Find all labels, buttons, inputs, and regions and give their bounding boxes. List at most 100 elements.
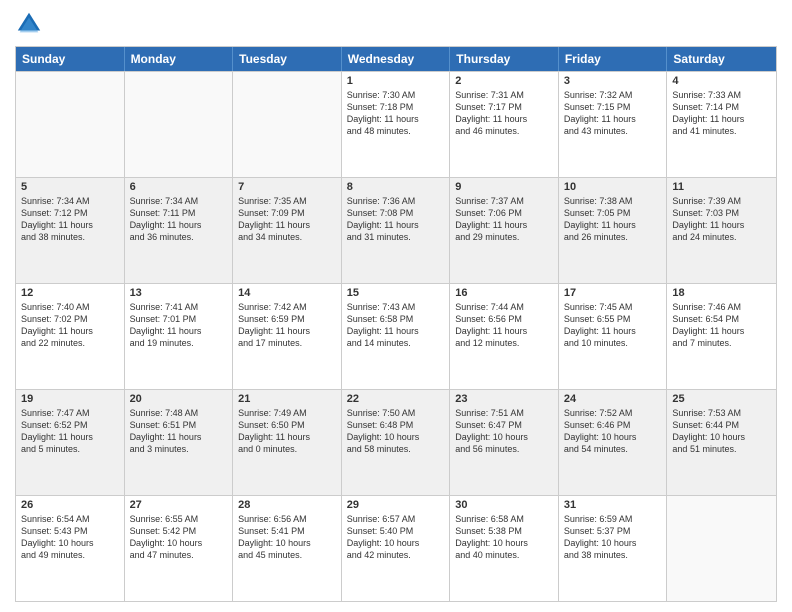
- cal-cell: 26 Sunrise: 6:54 AM Sunset: 5:43 PM Dayli…: [16, 496, 125, 601]
- day-info: Sunrise: 7:50 AM Sunset: 6:48 PM Dayligh…: [347, 407, 445, 456]
- cal-header-thursday: Thursday: [450, 47, 559, 71]
- cal-cell: 10 Sunrise: 7:38 AM Sunset: 7:05 PM Dayli…: [559, 178, 668, 283]
- day-info: Sunrise: 7:51 AM Sunset: 6:47 PM Dayligh…: [455, 407, 553, 456]
- day-info: Sunrise: 7:38 AM Sunset: 7:05 PM Dayligh…: [564, 195, 662, 244]
- cal-cell: 5 Sunrise: 7:34 AM Sunset: 7:12 PM Daylig…: [16, 178, 125, 283]
- cal-cell: 3 Sunrise: 7:32 AM Sunset: 7:15 PM Daylig…: [559, 72, 668, 177]
- day-info: Sunrise: 7:49 AM Sunset: 6:50 PM Dayligh…: [238, 407, 336, 456]
- day-number: 6: [130, 181, 228, 193]
- day-number: 4: [672, 75, 771, 87]
- cal-week-1: 1 Sunrise: 7:30 AM Sunset: 7:18 PM Daylig…: [16, 71, 776, 177]
- cal-cell: 6 Sunrise: 7:34 AM Sunset: 7:11 PM Daylig…: [125, 178, 234, 283]
- cal-week-5: 26 Sunrise: 6:54 AM Sunset: 5:43 PM Dayli…: [16, 495, 776, 601]
- cal-week-2: 5 Sunrise: 7:34 AM Sunset: 7:12 PM Daylig…: [16, 177, 776, 283]
- day-info: Sunrise: 6:59 AM Sunset: 5:37 PM Dayligh…: [564, 513, 662, 562]
- cal-cell: 16Sunrise: 7:44 AM Sunset: 6:56 PM Dayli…: [450, 284, 559, 389]
- day-number: 17: [564, 287, 662, 299]
- cal-cell: 9 Sunrise: 7:37 AM Sunset: 7:06 PM Daylig…: [450, 178, 559, 283]
- day-number: 22: [347, 393, 445, 405]
- cal-header-friday: Friday: [559, 47, 668, 71]
- day-number: 9: [455, 181, 553, 193]
- calendar-body: 1 Sunrise: 7:30 AM Sunset: 7:18 PM Daylig…: [16, 71, 776, 601]
- day-number: 28: [238, 499, 336, 511]
- cal-cell: 14Sunrise: 7:42 AM Sunset: 6:59 PM Dayli…: [233, 284, 342, 389]
- day-info: Sunrise: 7:35 AM Sunset: 7:09 PM Dayligh…: [238, 195, 336, 244]
- cal-cell: 11 Sunrise: 7:39 AM Sunset: 7:03 PM Dayli…: [667, 178, 776, 283]
- logo-icon: [15, 10, 43, 38]
- day-number: 12: [21, 287, 119, 299]
- day-info: Sunrise: 7:39 AM Sunset: 7:03 PM Dayligh…: [672, 195, 771, 244]
- day-info: Sunrise: 6:54 AM Sunset: 5:43 PM Dayligh…: [21, 513, 119, 562]
- day-info: Sunrise: 7:45 AM Sunset: 6:55 PM Dayligh…: [564, 301, 662, 350]
- day-number: 5: [21, 181, 119, 193]
- cal-cell: 15Sunrise: 7:43 AM Sunset: 6:58 PM Dayli…: [342, 284, 451, 389]
- cal-cell: 18Sunrise: 7:46 AM Sunset: 6:54 PM Dayli…: [667, 284, 776, 389]
- day-number: 14: [238, 287, 336, 299]
- cal-header-sunday: Sunday: [16, 47, 125, 71]
- day-info: Sunrise: 7:33 AM Sunset: 7:14 PM Dayligh…: [672, 89, 771, 138]
- calendar: SundayMondayTuesdayWednesdayThursdayFrid…: [15, 46, 777, 602]
- day-info: Sunrise: 7:37 AM Sunset: 7:06 PM Dayligh…: [455, 195, 553, 244]
- cal-cell: [125, 72, 234, 177]
- day-number: 16: [455, 287, 553, 299]
- day-info: Sunrise: 7:32 AM Sunset: 7:15 PM Dayligh…: [564, 89, 662, 138]
- cal-cell: 12 Sunrise: 7:40 AM Sunset: 7:02 PM Dayli…: [16, 284, 125, 389]
- cal-header-wednesday: Wednesday: [342, 47, 451, 71]
- day-info: Sunrise: 7:34 AM Sunset: 7:11 PM Dayligh…: [130, 195, 228, 244]
- day-number: 27: [130, 499, 228, 511]
- cal-cell: 22 Sunrise: 7:50 AM Sunset: 6:48 PM Dayli…: [342, 390, 451, 495]
- calendar-header-row: SundayMondayTuesdayWednesdayThursdayFrid…: [16, 47, 776, 71]
- cal-week-4: 19 Sunrise: 7:47 AM Sunset: 6:52 PM Dayli…: [16, 389, 776, 495]
- day-info: Sunrise: 6:56 AM Sunset: 5:41 PM Dayligh…: [238, 513, 336, 562]
- day-info: Sunrise: 7:47 AM Sunset: 6:52 PM Dayligh…: [21, 407, 119, 456]
- cal-cell: [667, 496, 776, 601]
- day-number: 15: [347, 287, 445, 299]
- day-number: 23: [455, 393, 553, 405]
- cal-cell: 20 Sunrise: 7:48 AM Sunset: 6:51 PM Dayli…: [125, 390, 234, 495]
- day-info: Sunrise: 6:58 AM Sunset: 5:38 PM Dayligh…: [455, 513, 553, 562]
- day-info: Sunrise: 7:48 AM Sunset: 6:51 PM Dayligh…: [130, 407, 228, 456]
- day-number: 19: [21, 393, 119, 405]
- day-number: 7: [238, 181, 336, 193]
- cal-cell: 21 Sunrise: 7:49 AM Sunset: 6:50 PM Dayli…: [233, 390, 342, 495]
- day-number: 30: [455, 499, 553, 511]
- page: SundayMondayTuesdayWednesdayThursdayFrid…: [0, 0, 792, 612]
- cal-cell: 25 Sunrise: 7:53 AM Sunset: 6:44 PM Dayli…: [667, 390, 776, 495]
- day-number: 11: [672, 181, 771, 193]
- day-number: 29: [347, 499, 445, 511]
- cal-cell: 13Sunrise: 7:41 AM Sunset: 7:01 PM Dayli…: [125, 284, 234, 389]
- day-number: 3: [564, 75, 662, 87]
- day-info: Sunrise: 7:53 AM Sunset: 6:44 PM Dayligh…: [672, 407, 771, 456]
- day-number: 2: [455, 75, 553, 87]
- cal-cell: 17 Sunrise: 7:45 AM Sunset: 6:55 PM Dayli…: [559, 284, 668, 389]
- cal-cell: 7 Sunrise: 7:35 AM Sunset: 7:09 PM Daylig…: [233, 178, 342, 283]
- day-info: Sunrise: 6:55 AM Sunset: 5:42 PM Dayligh…: [130, 513, 228, 562]
- day-number: 10: [564, 181, 662, 193]
- day-info: Sunrise: 7:30 AM Sunset: 7:18 PM Dayligh…: [347, 89, 445, 138]
- day-number: 8: [347, 181, 445, 193]
- day-info: Sunrise: 6:57 AM Sunset: 5:40 PM Dayligh…: [347, 513, 445, 562]
- cal-cell: 24Sunrise: 7:52 AM Sunset: 6:46 PM Dayli…: [559, 390, 668, 495]
- day-number: 20: [130, 393, 228, 405]
- cal-cell: [233, 72, 342, 177]
- cal-cell: [16, 72, 125, 177]
- cal-week-3: 12 Sunrise: 7:40 AM Sunset: 7:02 PM Dayli…: [16, 283, 776, 389]
- cal-cell: 28 Sunrise: 6:56 AM Sunset: 5:41 PM Dayli…: [233, 496, 342, 601]
- cal-cell: 27 Sunrise: 6:55 AM Sunset: 5:42 PM Dayli…: [125, 496, 234, 601]
- day-info: Sunrise: 7:36 AM Sunset: 7:08 PM Dayligh…: [347, 195, 445, 244]
- cal-cell: 4 Sunrise: 7:33 AM Sunset: 7:14 PM Daylig…: [667, 72, 776, 177]
- day-info: Sunrise: 7:34 AM Sunset: 7:12 PM Dayligh…: [21, 195, 119, 244]
- day-number: 18: [672, 287, 771, 299]
- cal-header-saturday: Saturday: [667, 47, 776, 71]
- cal-cell: 2Sunrise: 7:31 AM Sunset: 7:17 PM Daylig…: [450, 72, 559, 177]
- day-number: 21: [238, 393, 336, 405]
- day-info: Sunrise: 7:40 AM Sunset: 7:02 PM Dayligh…: [21, 301, 119, 350]
- cal-cell: 29 Sunrise: 6:57 AM Sunset: 5:40 PM Dayli…: [342, 496, 451, 601]
- cal-cell: 19 Sunrise: 7:47 AM Sunset: 6:52 PM Dayli…: [16, 390, 125, 495]
- day-number: 26: [21, 499, 119, 511]
- cal-cell: 23 Sunrise: 7:51 AM Sunset: 6:47 PM Dayli…: [450, 390, 559, 495]
- logo: [15, 10, 47, 38]
- header: [15, 10, 777, 38]
- day-number: 25: [672, 393, 771, 405]
- day-number: 1: [347, 75, 445, 87]
